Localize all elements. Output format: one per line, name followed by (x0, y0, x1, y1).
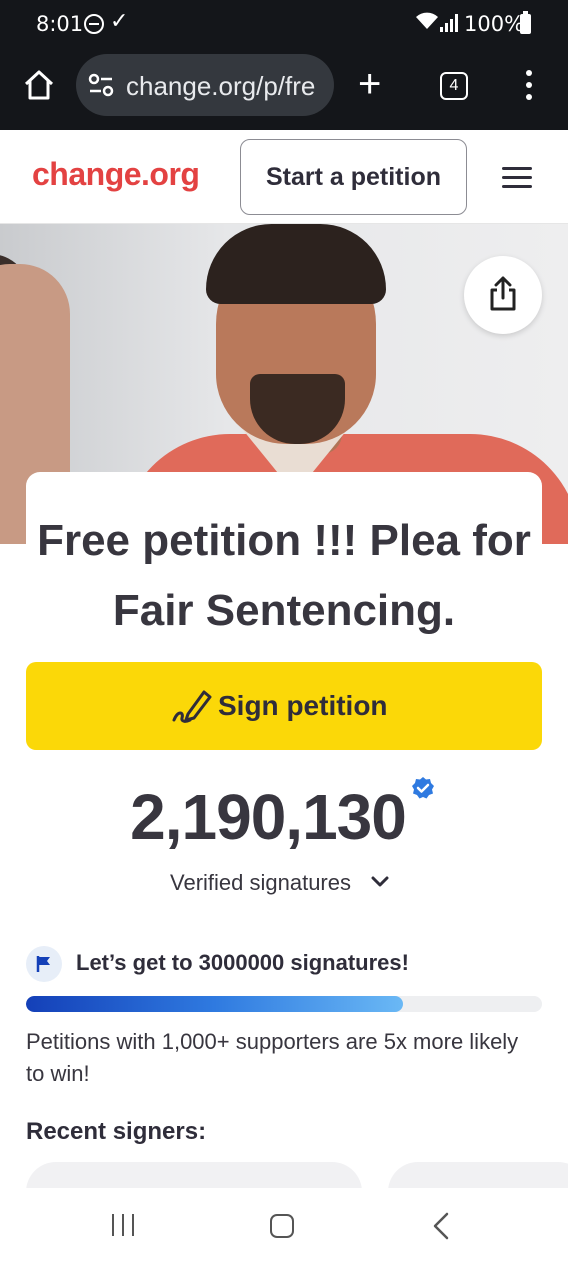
do-not-disturb-icon (84, 14, 104, 34)
progress-fill (26, 996, 403, 1012)
verified-icon (412, 777, 434, 799)
tune-icon[interactable] (88, 72, 114, 98)
battery-percent: 100% (464, 12, 525, 36)
status-time: 8:01 (36, 12, 84, 36)
supporters-note: Petitions with 1,000+ supporters are 5x … (26, 1029, 519, 1086)
nav-home-icon[interactable] (270, 1214, 294, 1238)
check-icon: ✓ (110, 8, 129, 33)
new-tab-plus-icon[interactable]: + (358, 64, 381, 104)
tabs-icon[interactable]: 4 (440, 72, 468, 100)
start-petition-button[interactable]: Start a petition (240, 139, 467, 215)
home-icon[interactable] (22, 68, 58, 104)
recent-signers-heading: Recent signers: (26, 1118, 207, 1145)
sign-petition-button[interactable]: Sign petition (26, 662, 542, 750)
petition-title: Free petition !!! Plea for Fair Sentenci… (37, 516, 531, 635)
system-nav-bar (0, 1188, 568, 1262)
hamburger-icon[interactable] (502, 167, 532, 189)
browser-toolbar: change.org/p/fre + 4 (0, 50, 568, 130)
battery-icon (520, 11, 531, 34)
goal-flag-badge (26, 946, 62, 982)
nav-recents-icon[interactable] (112, 1214, 136, 1236)
change-org-logo[interactable]: change.org (32, 156, 200, 193)
signal-icon (440, 14, 458, 32)
sign-petition-label: Sign petition (218, 690, 388, 721)
chevron-down-icon[interactable] (370, 872, 390, 892)
flag-icon (36, 956, 50, 972)
site-header: change.org Start a petition (0, 130, 568, 224)
more-vert-icon[interactable] (526, 70, 532, 100)
url-text[interactable]: change.org/p/fre (126, 71, 326, 102)
goal-text: Let’s get to 3000000 signatures! (76, 950, 409, 975)
verified-signatures-label[interactable]: Verified signatures (170, 870, 351, 896)
wifi-icon (416, 12, 438, 35)
nav-back-icon[interactable] (432, 1212, 450, 1240)
status-bar: 8:01 ✓ 100% (0, 0, 568, 50)
signature-progress-bar (26, 996, 542, 1012)
signature-count: 2,190,130 (130, 781, 407, 853)
share-icon (490, 276, 516, 311)
address-bar[interactable]: change.org/p/fre (76, 54, 334, 116)
pen-icon (172, 690, 212, 723)
share-button[interactable] (464, 256, 542, 334)
